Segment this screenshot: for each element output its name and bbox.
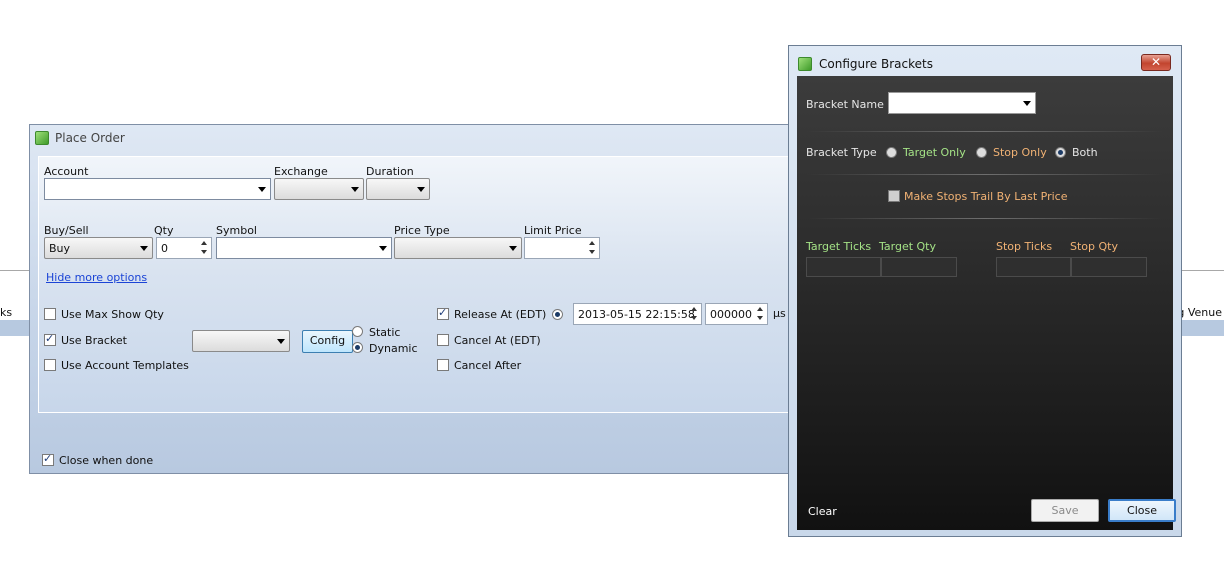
configure-brackets-body: Bracket Name Bracket Type Target Only St… bbox=[797, 76, 1176, 530]
duration-select[interactable] bbox=[366, 178, 430, 200]
target-ticks-cell[interactable] bbox=[806, 257, 881, 277]
account-select[interactable] bbox=[44, 178, 271, 200]
spin-up-icon[interactable] bbox=[689, 305, 699, 314]
target-only-label: Target Only bbox=[903, 146, 966, 159]
chevron-down-icon bbox=[509, 246, 517, 251]
release-microseconds-value: 000000 bbox=[710, 308, 752, 321]
dialog-title: Configure Brackets bbox=[819, 57, 933, 71]
stop-qty-cell[interactable] bbox=[1071, 257, 1147, 277]
qty-label: Qty bbox=[154, 224, 174, 237]
dynamic-radio[interactable] bbox=[352, 342, 363, 353]
buy-sell-select[interactable]: Buy bbox=[44, 237, 153, 259]
place-order-titlebar[interactable]: Place Order bbox=[30, 125, 818, 153]
spin-up-icon[interactable] bbox=[587, 239, 597, 248]
clear-button[interactable]: Clear bbox=[808, 505, 837, 518]
divider bbox=[807, 174, 1163, 175]
place-order-window: Place Order Account Exchange Duration Bu… bbox=[29, 124, 828, 474]
target-only-radio[interactable] bbox=[886, 147, 897, 158]
chevron-down-icon bbox=[258, 187, 266, 192]
chevron-down-icon bbox=[1023, 101, 1031, 106]
price-type-label: Price Type bbox=[394, 224, 450, 237]
release-at-label: Release At (EDT) bbox=[454, 308, 547, 321]
spin-up-icon[interactable] bbox=[755, 305, 765, 314]
app-icon bbox=[798, 57, 812, 71]
trail-by-last-price-checkbox[interactable] bbox=[888, 190, 900, 202]
bracket-type-label: Bracket Type bbox=[806, 146, 877, 159]
release-at-checkbox[interactable] bbox=[437, 306, 449, 320]
qty-value: 0 bbox=[161, 242, 168, 255]
both-radio[interactable] bbox=[1055, 147, 1066, 158]
target-qty-header: Target Qty bbox=[879, 240, 937, 253]
use-bracket-label: Use Bracket bbox=[61, 334, 127, 347]
bracket-name-label: Bracket Name bbox=[806, 98, 884, 111]
stop-ticks-cell[interactable] bbox=[996, 257, 1071, 277]
exchange-select[interactable] bbox=[274, 178, 364, 200]
spin-down-icon[interactable] bbox=[199, 248, 209, 257]
cancel-after-label: Cancel After bbox=[454, 359, 522, 372]
chevron-down-icon bbox=[140, 246, 148, 251]
limit-price-stepper[interactable] bbox=[524, 237, 600, 259]
price-type-select[interactable] bbox=[394, 237, 522, 259]
use-max-show-qty-checkbox[interactable] bbox=[44, 308, 56, 320]
spin-down-icon[interactable] bbox=[689, 314, 699, 323]
account-label: Account bbox=[44, 165, 89, 178]
close-button[interactable]: Close bbox=[1108, 499, 1176, 522]
use-account-templates-label: Use Account Templates bbox=[61, 359, 189, 372]
stop-only-radio[interactable] bbox=[976, 147, 987, 158]
qty-stepper[interactable]: 0 bbox=[156, 237, 212, 259]
config-button[interactable]: Config bbox=[302, 330, 353, 353]
hide-more-options-link[interactable]: Hide more options bbox=[46, 271, 147, 284]
order-form-panel: Account Exchange Duration Buy/Sell Buy Q… bbox=[38, 156, 828, 413]
release-time-radio[interactable] bbox=[552, 309, 563, 320]
release-microseconds-stepper[interactable]: 000000 bbox=[705, 303, 768, 325]
buy-sell-value: Buy bbox=[49, 242, 71, 255]
cancel-at-label: Cancel At (EDT) bbox=[454, 334, 541, 347]
divider bbox=[807, 131, 1163, 132]
stop-only-label: Stop Only bbox=[993, 146, 1047, 159]
app-icon bbox=[35, 131, 49, 145]
use-account-templates-checkbox[interactable] bbox=[44, 359, 56, 371]
background-column-left: ks bbox=[0, 306, 13, 319]
symbol-select[interactable] bbox=[216, 237, 392, 259]
bracket-name-select[interactable] bbox=[888, 92, 1036, 114]
configure-brackets-window: Configure Brackets ✕ Bracket Name Bracke… bbox=[788, 45, 1182, 537]
cancel-after-checkbox[interactable] bbox=[437, 359, 449, 371]
close-when-done-label: Close when done bbox=[59, 454, 154, 467]
release-datetime-value: 2013-05-15 22:15:58 bbox=[578, 308, 695, 321]
chevron-down-icon bbox=[379, 246, 387, 251]
static-label: Static bbox=[369, 326, 401, 339]
divider bbox=[807, 218, 1163, 219]
spin-up-icon[interactable] bbox=[199, 239, 209, 248]
close-icon[interactable]: ✕ bbox=[1141, 54, 1171, 71]
chevron-down-icon bbox=[351, 187, 359, 192]
bracket-select[interactable] bbox=[192, 330, 290, 352]
both-label: Both bbox=[1072, 146, 1098, 159]
release-datetime-stepper[interactable]: 2013-05-15 22:15:58 bbox=[573, 303, 702, 325]
use-max-show-qty-label: Use Max Show Qty bbox=[61, 308, 164, 321]
exchange-label: Exchange bbox=[274, 165, 328, 178]
spin-down-icon[interactable] bbox=[587, 248, 597, 257]
duration-label: Duration bbox=[366, 165, 414, 178]
dynamic-label: Dynamic bbox=[369, 342, 418, 355]
target-ticks-header: Target Ticks bbox=[806, 240, 872, 253]
target-qty-cell[interactable] bbox=[881, 257, 957, 277]
microseconds-unit: µs bbox=[773, 307, 786, 320]
save-button[interactable]: Save bbox=[1031, 499, 1099, 522]
window-title: Place Order bbox=[55, 131, 125, 145]
trail-by-last-price-label: Make Stops Trail By Last Price bbox=[904, 190, 1068, 203]
use-bracket-checkbox[interactable] bbox=[44, 332, 56, 346]
symbol-label: Symbol bbox=[216, 224, 257, 237]
limit-price-label: Limit Price bbox=[524, 224, 582, 237]
chevron-down-icon bbox=[417, 187, 425, 192]
stop-qty-header: Stop Qty bbox=[1070, 240, 1118, 253]
close-when-done-checkbox[interactable] bbox=[42, 452, 54, 466]
spin-down-icon[interactable] bbox=[755, 314, 765, 323]
buy-sell-label: Buy/Sell bbox=[44, 224, 89, 237]
chevron-down-icon bbox=[277, 339, 285, 344]
cancel-at-checkbox[interactable] bbox=[437, 334, 449, 346]
static-radio[interactable] bbox=[352, 326, 363, 337]
stop-ticks-header: Stop Ticks bbox=[996, 240, 1053, 253]
